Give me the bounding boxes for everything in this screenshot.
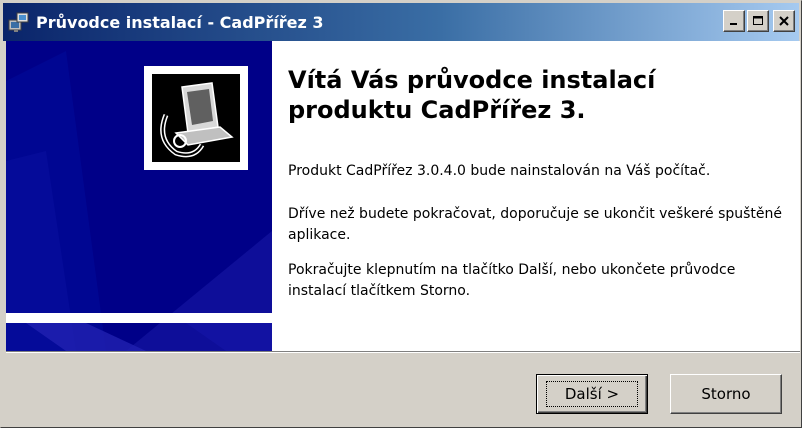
cancel-button-label: Storno — [701, 385, 751, 403]
maximize-button[interactable] — [747, 10, 769, 32]
minimize-icon — [728, 12, 740, 31]
window-controls — [723, 10, 795, 32]
next-button-label: Další > — [545, 381, 639, 407]
install-info-text: Produkt CadPřířez 3.0.4.0 bude nainstalo… — [288, 163, 711, 179]
setup-computer-icon — [144, 66, 248, 170]
installer-window: Průvodce instalací - CadPřířez 3 Vítá Vá… — [0, 0, 802, 428]
continue-instructions-text: Pokračujte klepnutím na tlačítko Další, … — [288, 262, 736, 299]
close-apps-text: Dříve než budete pokračovat, doporučuje … — [288, 206, 783, 243]
cancel-button[interactable]: Storno — [670, 374, 782, 414]
window-title: Průvodce instalací - CadPřířez 3 — [36, 12, 324, 32]
welcome-heading: Vítá Vás průvodce instalací produktu Cad… — [288, 66, 656, 124]
minimize-button[interactable] — [723, 10, 745, 32]
banner-panel — [6, 41, 272, 351]
next-button[interactable]: Další > — [536, 374, 648, 414]
installer-icon[interactable] — [8, 11, 30, 33]
footer-divider — [6, 351, 800, 353]
maximize-icon — [752, 12, 764, 31]
title-bar[interactable]: Průvodce instalací - CadPřířez 3 — [3, 3, 799, 41]
welcome-content: Vítá Vás průvodce instalací produktu Cad… — [272, 41, 800, 351]
close-icon — [778, 12, 790, 31]
banner-graphic — [6, 41, 272, 351]
close-button[interactable] — [773, 10, 795, 32]
